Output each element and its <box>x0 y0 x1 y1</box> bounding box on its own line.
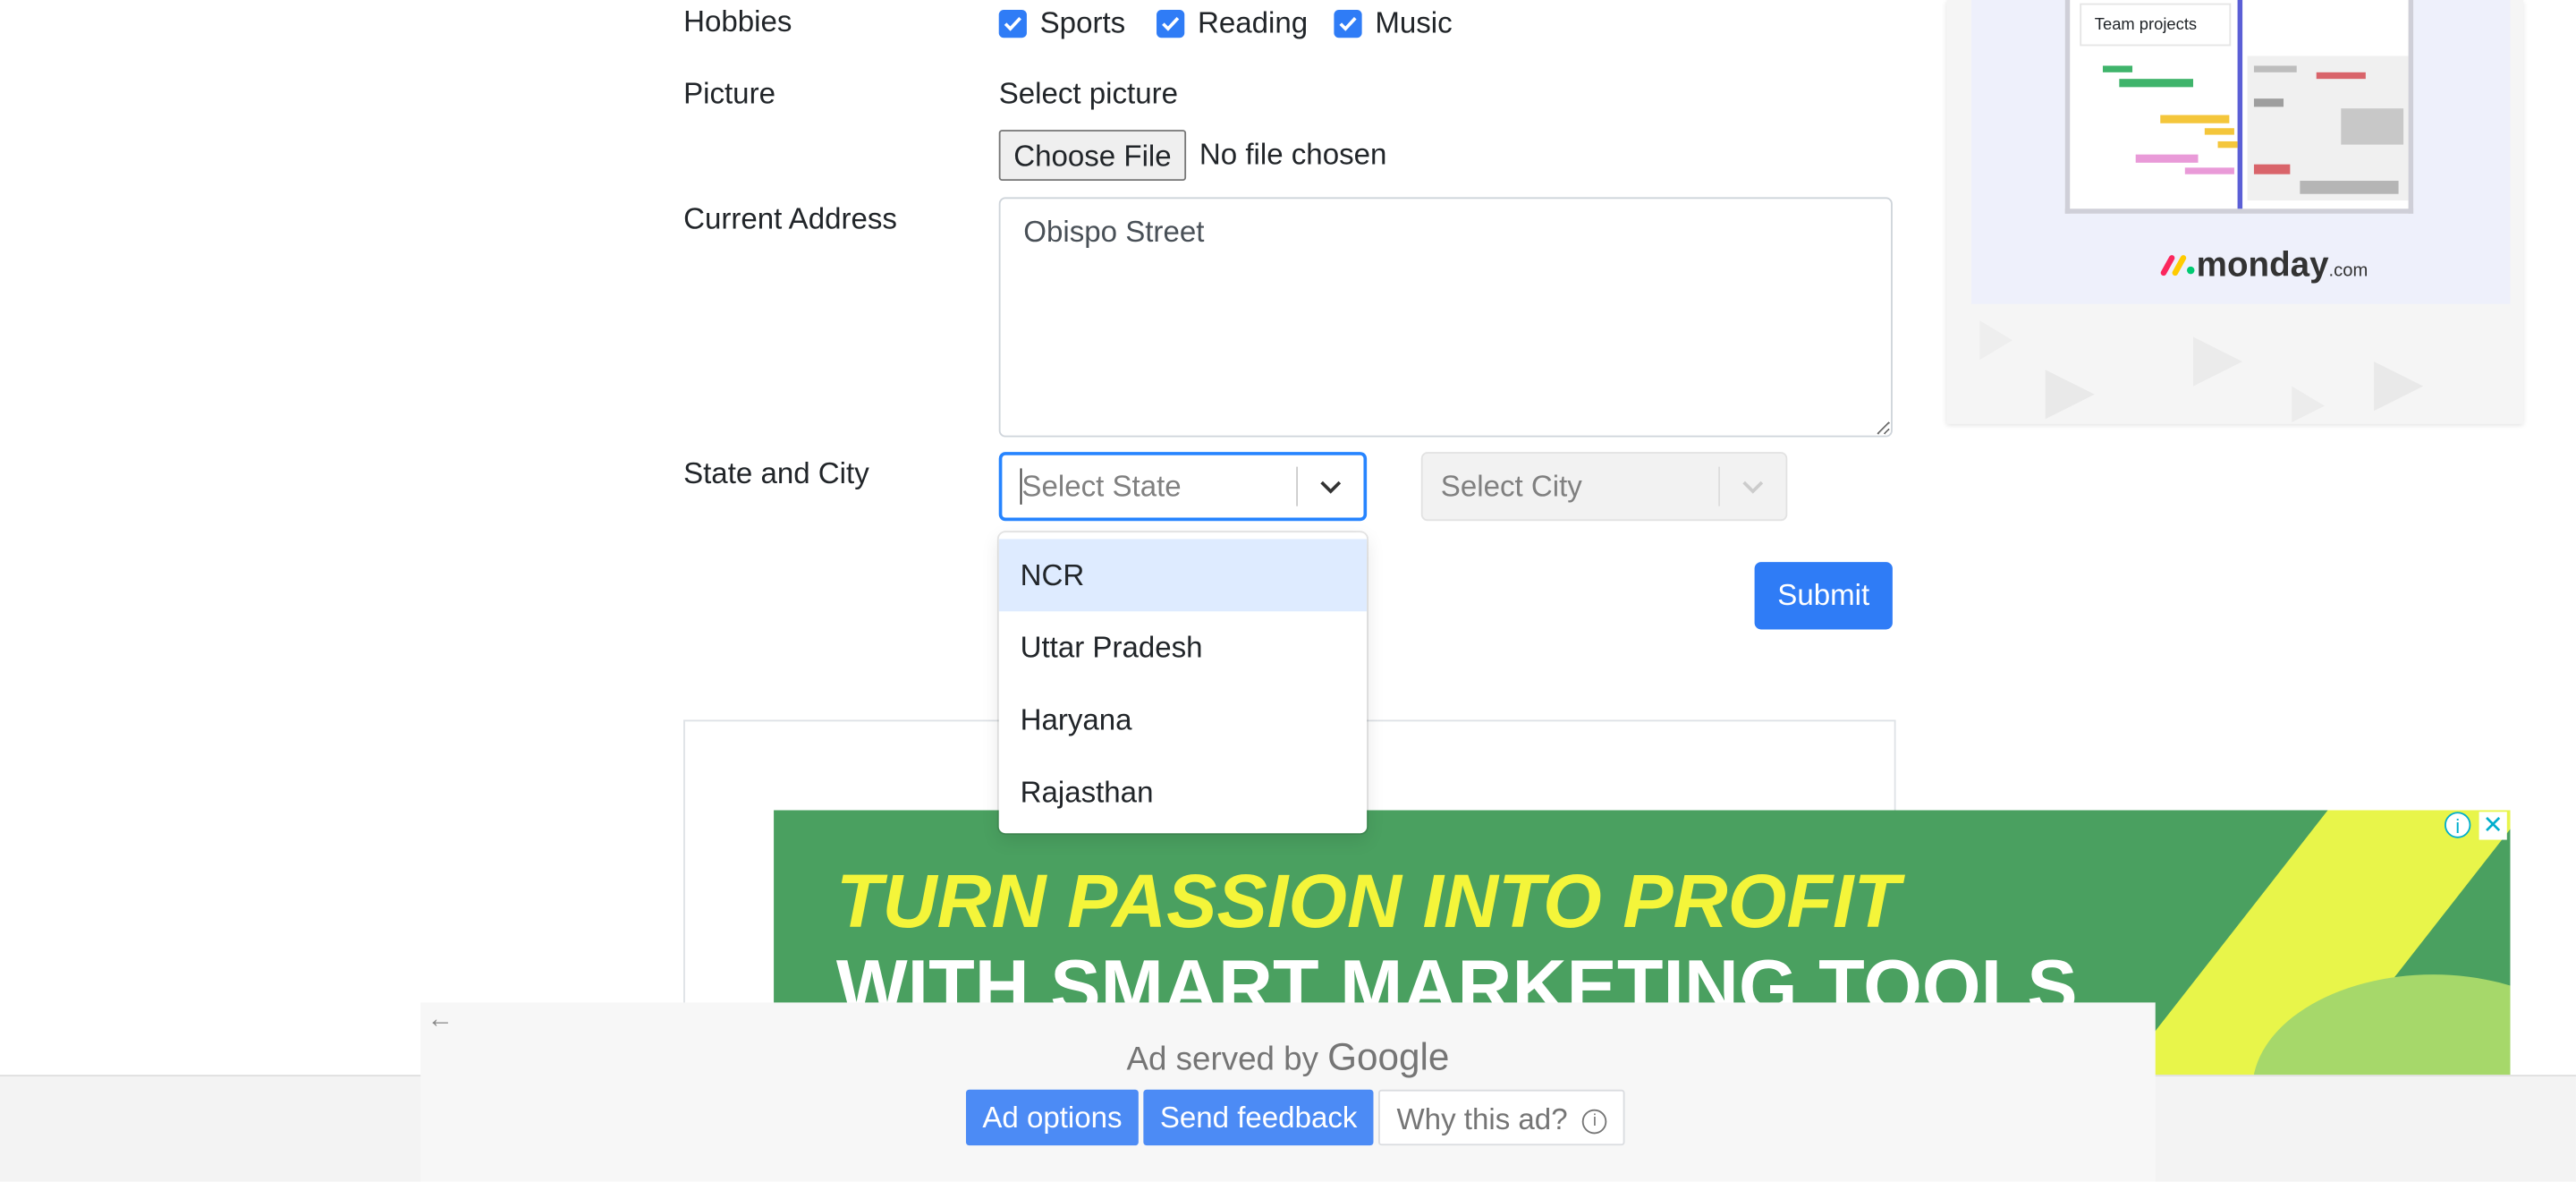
hobby-reading[interactable]: Reading <box>1157 6 1308 41</box>
side-ad[interactable]: Team projects monday .com <box>1946 0 2524 424</box>
hobby-label: Reading <box>1197 6 1309 40</box>
chevron-down-icon[interactable] <box>1298 479 1363 494</box>
city-select: Select City <box>1420 452 1788 522</box>
ad-options-button[interactable]: Ad options <box>965 1089 1139 1146</box>
file-status: No file chosen <box>1199 138 1387 172</box>
why-this-ad-label: Why this ad? <box>1396 1102 1568 1136</box>
info-icon: i <box>1582 1109 1607 1134</box>
state-dropdown-menu: NCR Uttar Pradesh Haryana Rajasthan <box>998 532 1368 834</box>
address-textarea[interactable]: Obispo Street <box>998 197 1893 438</box>
ad-buttons: Ad options Send feedback Why this ad? i <box>965 1089 1625 1146</box>
ad-served-by: Ad served by Google <box>420 1035 2156 1080</box>
back-arrow-icon[interactable]: ← <box>428 1006 453 1035</box>
address-label: Current Address <box>683 201 897 235</box>
monday-suffix: .com <box>2328 261 2368 282</box>
gantt-chart <box>2102 55 2409 201</box>
state-option[interactable]: Haryana <box>999 684 1367 756</box>
monday-brand: monday <box>2196 246 2329 285</box>
hobby-label: Music <box>1375 6 1453 40</box>
triangle-pattern <box>1979 320 2424 423</box>
chevron-down-icon <box>1720 479 1785 494</box>
state-option[interactable]: NCR <box>998 539 1368 612</box>
city-placeholder: Select City <box>1440 469 1582 503</box>
hobbies-label: Hobbies <box>683 4 792 38</box>
hobby-music[interactable]: Music <box>1334 6 1453 41</box>
close-icon[interactable]: ✕ <box>2479 812 2507 840</box>
picture-label: Picture <box>683 77 775 111</box>
select-picture-label: Select picture <box>998 77 1179 111</box>
checkbox-checked-icon[interactable] <box>998 10 1027 38</box>
state-placeholder: Select State <box>1021 469 1182 503</box>
state-option[interactable]: Rajasthan <box>999 756 1367 829</box>
hobby-label: Sports <box>1039 6 1126 40</box>
checkbox-checked-icon[interactable] <box>1157 10 1185 38</box>
monday-logo-icon <box>2160 255 2195 276</box>
team-projects-title: Team projects <box>2080 3 2232 47</box>
hobby-sports[interactable]: Sports <box>998 6 1126 41</box>
adchoices-icon[interactable]: i <box>2445 812 2471 838</box>
why-this-ad-button[interactable]: Why this ad? i <box>1378 1089 1625 1146</box>
state-city-label: State and City <box>683 456 869 490</box>
file-input[interactable]: Choose File No file chosen <box>998 130 1387 182</box>
side-ad-panel: Team projects monday .com <box>1971 0 2511 304</box>
ad-served-panel: ← Ad served by Google Ad options Send fe… <box>420 1002 2156 1182</box>
state-select[interactable]: Select State <box>998 452 1368 522</box>
choose-file-button[interactable]: Choose File <box>998 130 1187 182</box>
monday-logo: monday .com <box>2160 247 2368 286</box>
submit-button[interactable]: Submit <box>1754 562 1893 630</box>
send-feedback-button[interactable]: Send feedback <box>1143 1089 1374 1146</box>
state-option[interactable]: Uttar Pradesh <box>999 611 1367 684</box>
google-logo: Google <box>1327 1035 1450 1078</box>
served-by-text: Ad served by <box>1126 1042 1318 1078</box>
ad-headline-1: TURN PASSION INTO PROFIT <box>835 857 1901 944</box>
gantt-card: Team projects <box>2064 0 2414 214</box>
checkbox-checked-icon[interactable] <box>1334 10 1362 38</box>
